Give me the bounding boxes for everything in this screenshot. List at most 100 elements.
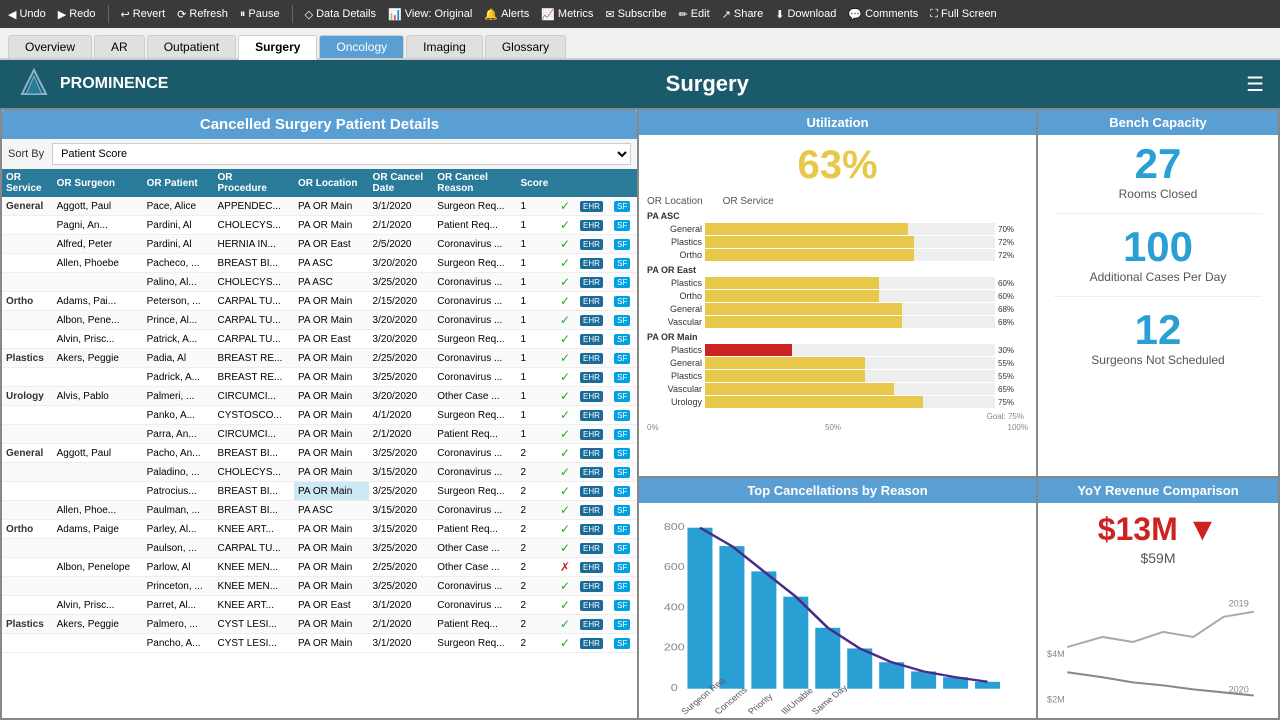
sf-button[interactable]: SF (614, 543, 630, 554)
ehr-button[interactable]: EHR (580, 467, 603, 478)
sf-button[interactable]: SF (614, 486, 630, 497)
sf-button[interactable]: SF (614, 562, 630, 573)
cell-location: PA OR Main (294, 292, 369, 311)
sf-button[interactable]: SF (614, 296, 630, 307)
metrics-button[interactable]: 📈 Metrics (541, 8, 593, 21)
sf-button[interactable]: SF (614, 524, 630, 535)
download-button[interactable]: ⬇ Download (775, 8, 836, 21)
cell-check: ✓ (556, 634, 576, 653)
sort-select[interactable]: Patient Score (52, 143, 631, 165)
sf-button[interactable]: SF (614, 239, 630, 250)
cell-surgeon: Alvin, Prisc... (53, 330, 143, 349)
revert-button[interactable]: ↩ Revert (121, 8, 166, 21)
ehr-button[interactable]: EHR (580, 619, 603, 630)
ehr-button[interactable]: EHR (580, 201, 603, 212)
edit-button[interactable]: ✏ Edit (679, 8, 710, 21)
sf-button[interactable]: SF (614, 315, 630, 326)
sf-button[interactable]: SF (614, 505, 630, 516)
cell-location: PA OR East (294, 235, 369, 254)
fullscreen-button[interactable]: ⛶ Full Screen (930, 8, 996, 21)
sf-button[interactable]: SF (614, 334, 630, 345)
share-button[interactable]: ↗ Share (722, 8, 764, 21)
redo-button[interactable]: ▶ Redo (58, 8, 96, 21)
ehr-button[interactable]: EHR (580, 372, 603, 383)
sf-button[interactable]: SF (614, 600, 630, 611)
cell-patient: Palino, Al... (143, 273, 214, 292)
ehr-button[interactable]: EHR (580, 315, 603, 326)
comments-button[interactable]: 💬 Comments (848, 8, 918, 21)
ehr-button[interactable]: EHR (580, 296, 603, 307)
cell-score: 1 (516, 425, 556, 444)
refresh-button[interactable]: ⟳ Refresh (177, 8, 228, 21)
ehr-button[interactable]: EHR (580, 543, 603, 554)
ehr-button[interactable]: EHR (580, 486, 603, 497)
subscribe-button[interactable]: ✉ Subscribe (605, 8, 666, 21)
table-row: Alfred, Peter Pardini, Al HERNIA IN... P… (2, 235, 637, 254)
cell-cancel-reason: Coronavirus ... (433, 444, 516, 463)
cell-score: 2 (516, 539, 556, 558)
ehr-button[interactable]: EHR (580, 220, 603, 231)
sf-button[interactable]: SF (614, 581, 630, 592)
ehr-button[interactable]: EHR (580, 410, 603, 421)
bar-row: Ortho72% (647, 249, 1028, 261)
cell-cancel-reason: Surgeon Req... (433, 197, 516, 216)
bar-track (705, 383, 995, 395)
bar-row: General68% (647, 303, 1028, 315)
view-button[interactable]: 📊 View: Original (388, 8, 472, 21)
ehr-button[interactable]: EHR (580, 277, 603, 288)
sort-bar: Sort By Patient Score (2, 139, 637, 169)
tab-imaging[interactable]: Imaging (406, 35, 483, 58)
sf-button[interactable]: SF (614, 448, 630, 459)
undo-button[interactable]: ◀ Undo (8, 8, 46, 21)
cell-patient: Peterson, ... (143, 292, 214, 311)
bar-label: Plastics (647, 237, 702, 247)
table-row: Ortho Adams, Paige Parley, Al... KNEE AR… (2, 520, 637, 539)
svg-text:400: 400 (664, 602, 685, 613)
sf-button[interactable]: SF (614, 410, 630, 421)
sf-button[interactable]: SF (614, 258, 630, 269)
tab-oncology[interactable]: Oncology (319, 35, 404, 58)
alerts-button[interactable]: 🔔 Alerts (484, 8, 529, 21)
ehr-button[interactable]: EHR (580, 562, 603, 573)
sf-button[interactable]: SF (614, 277, 630, 288)
ehr-button[interactable]: EHR (580, 391, 603, 402)
sf-button[interactable]: SF (614, 467, 630, 478)
sf-button[interactable]: SF (614, 429, 630, 440)
sf-button[interactable]: SF (614, 638, 630, 649)
table-container[interactable]: ORService OR Surgeon OR Patient ORProced… (2, 169, 637, 718)
pause-button[interactable]: ⏸ Pause (240, 8, 280, 21)
tab-outpatient[interactable]: Outpatient (147, 35, 236, 58)
bar-track (705, 223, 995, 235)
sf-button[interactable]: SF (614, 391, 630, 402)
ehr-button[interactable]: EHR (580, 448, 603, 459)
data-details-button[interactable]: ◇ Data Details (305, 8, 376, 21)
sf-button[interactable]: SF (614, 220, 630, 231)
ehr-button[interactable]: EHR (580, 524, 603, 535)
ehr-button[interactable]: EHR (580, 353, 603, 364)
ehr-button[interactable]: EHR (580, 258, 603, 269)
sf-button[interactable]: SF (614, 353, 630, 364)
cell-sf: SF (610, 197, 637, 216)
ehr-button[interactable]: EHR (580, 429, 603, 440)
surgeons-label: Surgeons Not Scheduled (1042, 353, 1274, 367)
sf-button[interactable]: SF (614, 372, 630, 383)
cancellations-svg: 0 200 400 600 800 (643, 507, 1032, 714)
cell-cancel-reason: Patient Req... (433, 216, 516, 235)
cell-patient: Palmero, ... (143, 615, 214, 634)
ehr-button[interactable]: EHR (580, 638, 603, 649)
ehr-button[interactable]: EHR (580, 505, 603, 516)
cell-procedure: APPENDEC... (213, 197, 294, 216)
ehr-button[interactable]: EHR (580, 581, 603, 592)
hamburger-menu[interactable]: ☰ (1246, 72, 1264, 97)
tab-ar[interactable]: AR (94, 35, 145, 58)
tab-glossary[interactable]: Glossary (485, 35, 566, 58)
sf-button[interactable]: SF (614, 201, 630, 212)
ehr-button[interactable]: EHR (580, 239, 603, 250)
ehr-button[interactable]: EHR (580, 334, 603, 345)
col-cancel-date: OR CancelDate (369, 169, 434, 197)
ehr-button[interactable]: EHR (580, 600, 603, 611)
svg-text:Priority: Priority (746, 692, 775, 714)
tab-surgery[interactable]: Surgery (238, 35, 317, 60)
tab-overview[interactable]: Overview (8, 35, 92, 58)
sf-button[interactable]: SF (614, 619, 630, 630)
